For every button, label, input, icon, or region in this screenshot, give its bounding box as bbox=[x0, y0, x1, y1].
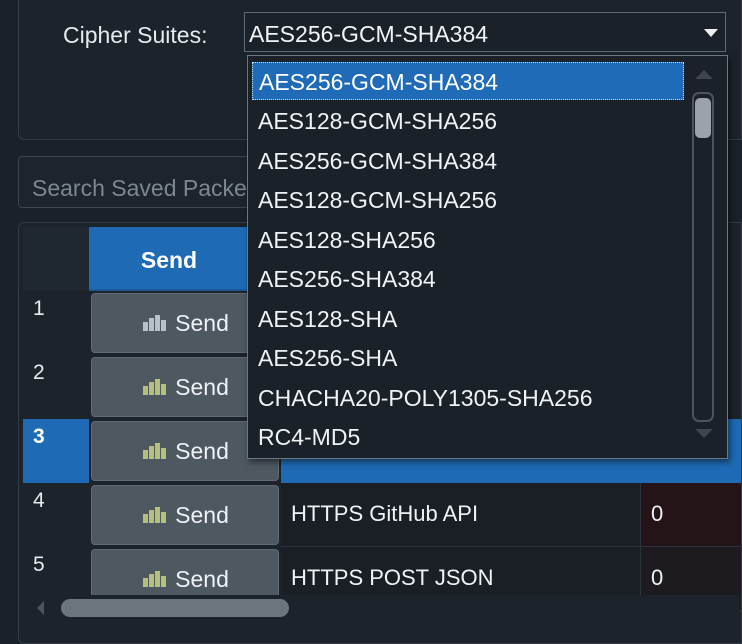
send-button-label: Send bbox=[175, 501, 229, 528]
horizontal-scrollbar-thumb[interactable] bbox=[61, 599, 289, 617]
send-button-label: Send bbox=[175, 309, 229, 336]
send-packet-icon bbox=[141, 571, 167, 587]
horizontal-scrollbar[interactable] bbox=[23, 595, 739, 621]
cipher-suites-dropdown-list[interactable]: AES256-GCM-SHA384 AES128-GCM-SHA256 AES2… bbox=[247, 55, 728, 459]
packet-value-cell[interactable]: 0 bbox=[641, 483, 741, 547]
cipher-option[interactable]: RC4-MD5 bbox=[252, 418, 684, 456]
send-packet-icon bbox=[141, 315, 167, 331]
cipher-option[interactable]: AES128-GCM-SHA256 bbox=[252, 102, 684, 140]
send-packet-icon bbox=[141, 379, 167, 395]
cipher-option[interactable]: AES128-SHA bbox=[252, 300, 684, 338]
cipher-option[interactable]: AES256-SHA384 bbox=[252, 260, 684, 298]
scrollbar-track[interactable] bbox=[692, 92, 714, 422]
cipher-option[interactable]: AES256-GCM-SHA384 bbox=[252, 142, 684, 180]
send-button-label: Send bbox=[175, 565, 229, 592]
table-corner-header bbox=[23, 227, 89, 291]
dropdown-vertical-scrollbar[interactable] bbox=[689, 60, 719, 452]
row-number-1[interactable]: 1 bbox=[23, 291, 89, 355]
cipher-option[interactable]: AES128-SHA256 bbox=[252, 221, 684, 259]
cipher-option[interactable]: AES256-SHA bbox=[252, 339, 684, 377]
scroll-left-icon[interactable] bbox=[37, 601, 44, 615]
send-column-header[interactable]: Send bbox=[89, 227, 249, 291]
cipher-option[interactable]: CHACHA20-POLY1305-SHA256 bbox=[252, 379, 684, 417]
row-number-3[interactable]: 3 bbox=[23, 419, 89, 483]
send-button-row-4[interactable]: Send bbox=[91, 485, 279, 545]
chevron-down-icon[interactable] bbox=[704, 29, 718, 37]
row-number-4[interactable]: 4 bbox=[23, 483, 89, 547]
scroll-down-icon[interactable] bbox=[695, 429, 713, 438]
send-button-label: Send bbox=[175, 437, 229, 464]
send-packet-icon bbox=[141, 443, 167, 459]
packet-name-cell[interactable]: HTTPS GitHub API bbox=[281, 483, 641, 547]
row-number-2[interactable]: 2 bbox=[23, 355, 89, 419]
cipher-suites-combobox[interactable]: AES256-GCM-SHA384 bbox=[244, 12, 726, 52]
cipher-option[interactable]: AES128-GCM-SHA256 bbox=[252, 181, 684, 219]
scrollbar-thumb[interactable] bbox=[695, 98, 711, 138]
cipher-suites-label: Cipher Suites: bbox=[63, 22, 208, 48]
cipher-suites-selected-value: AES256-GCM-SHA384 bbox=[249, 21, 489, 47]
send-packet-icon bbox=[141, 507, 167, 523]
send-button-label: Send bbox=[175, 373, 229, 400]
cipher-option[interactable]: AES256-GCM-SHA384 bbox=[252, 62, 684, 100]
scroll-up-icon[interactable] bbox=[695, 70, 713, 79]
